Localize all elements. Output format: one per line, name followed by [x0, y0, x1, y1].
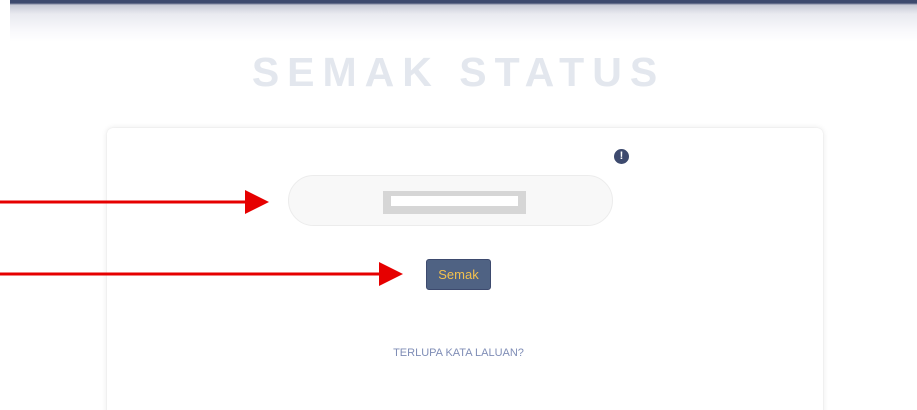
forgot-password-link[interactable]: TERLUPA KATA LALUAN?	[0, 346, 917, 360]
semak-button[interactable]: Semak	[426, 259, 491, 290]
top-header-bar	[10, 0, 917, 42]
info-exclamation-icon[interactable]: !	[614, 149, 629, 164]
redacted-input-value	[383, 191, 526, 214]
page: SEMAK STATUS ! Semak TERLUPA KATA LALUAN…	[0, 0, 917, 410]
page-title: SEMAK STATUS	[251, 49, 666, 95]
